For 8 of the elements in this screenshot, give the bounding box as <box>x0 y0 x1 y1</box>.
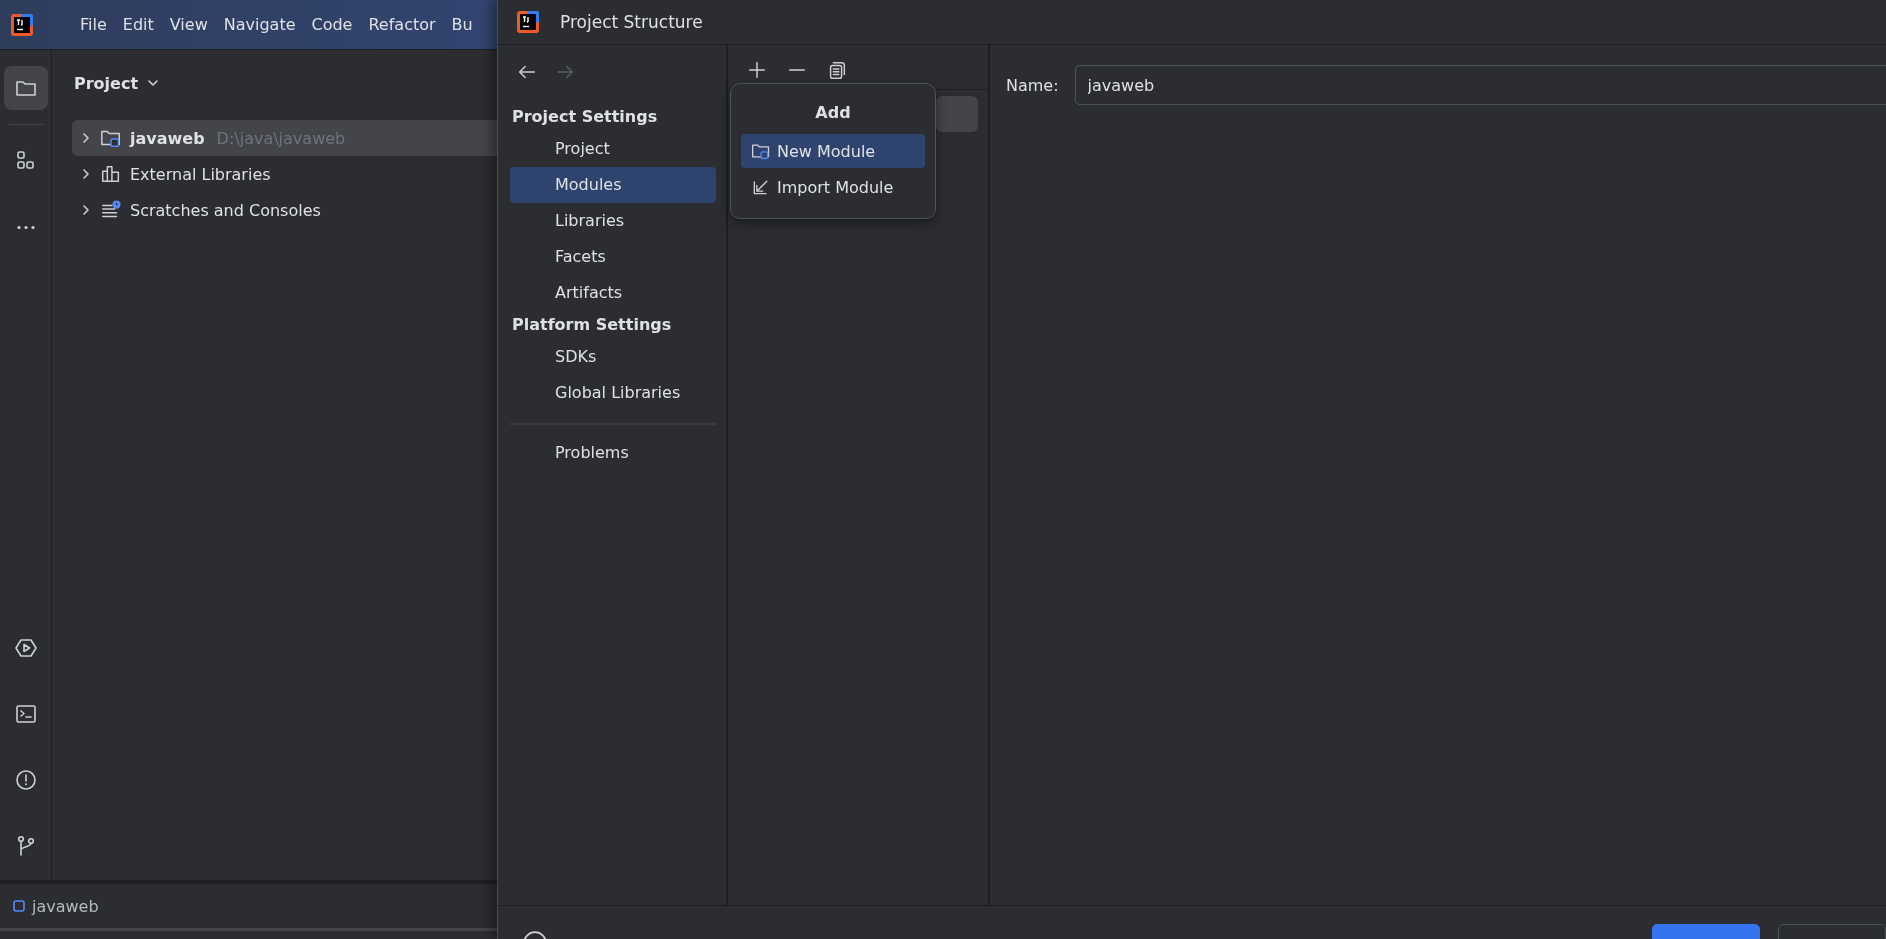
dialog-title: Project Structure <box>560 12 703 32</box>
tree-label: Scratches and Consoles <box>130 200 321 220</box>
popup-title: Add <box>815 102 851 124</box>
tree-label: javaweb <box>130 128 205 148</box>
section-header: Platform Settings <box>511 314 673 336</box>
section-header: Project Settings <box>511 106 659 128</box>
name-label: Name: <box>1006 75 1059 95</box>
tree-label: External Libraries <box>130 164 271 184</box>
